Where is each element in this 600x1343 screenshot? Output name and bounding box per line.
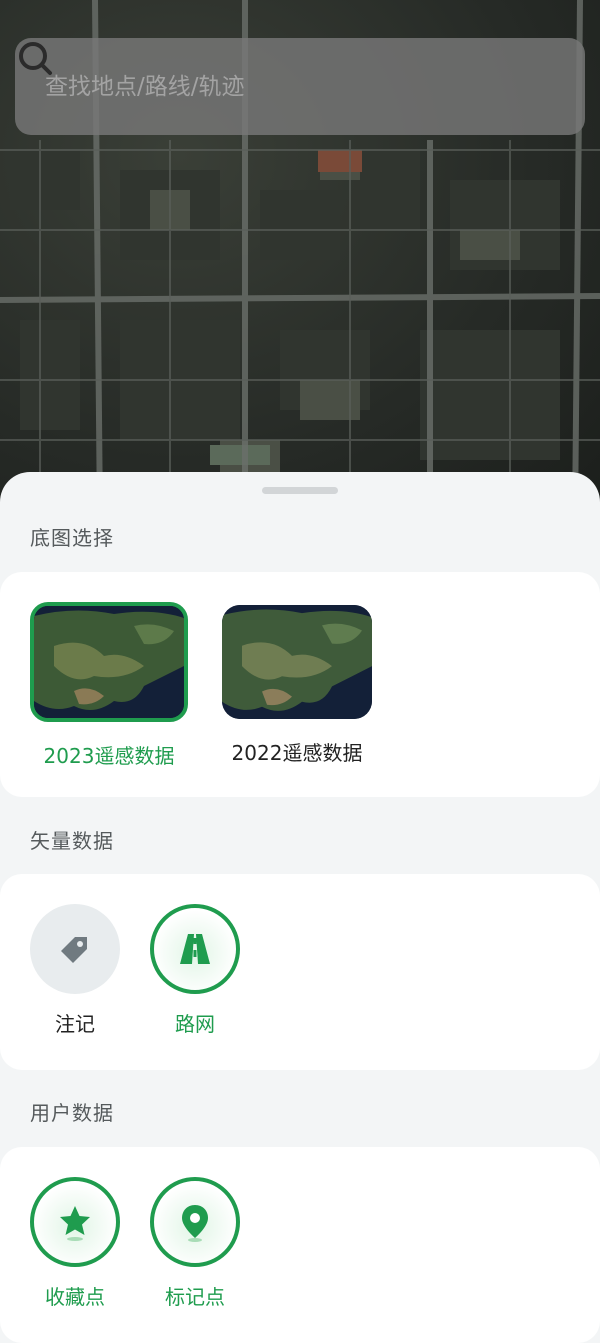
vector-section-title: 矢量数据 (30, 829, 114, 853)
toggle-circle[interactable] (30, 1177, 120, 1267)
globe-thumbnail-icon (34, 606, 184, 718)
toggle-circle[interactable] (150, 1177, 240, 1267)
basemap-option-2023[interactable]: 2023遥感数据 (30, 602, 188, 769)
layer-sheet: 底图选择 2023遥感数据 2022遥感数据 矢量数据 注记 路网 用户数据 收… (0, 472, 600, 1343)
vector-label: 注记 (55, 1012, 95, 1036)
vector-card: 注记 路网 (0, 874, 600, 1070)
user-label: 收藏点 (45, 1285, 105, 1309)
search-input[interactable] (45, 56, 585, 117)
search-icon[interactable] (15, 38, 55, 78)
basemap-card: 2023遥感数据 2022遥感数据 (0, 572, 600, 797)
vector-toggle-annotation[interactable]: 注记 (30, 904, 120, 1037)
basemap-label: 2022遥感数据 (231, 741, 363, 765)
star-pin-icon (60, 1206, 90, 1241)
vector-toggle-road[interactable]: 路网 (150, 904, 240, 1037)
satellite-map[interactable] (0, 0, 600, 520)
basemap-option-2022[interactable]: 2022遥感数据 (218, 602, 376, 766)
toggle-circle[interactable] (30, 904, 120, 994)
location-pin-icon (182, 1205, 208, 1242)
road-icon (180, 934, 210, 964)
globe-thumbnail-icon (222, 605, 372, 719)
user-toggle-favorites[interactable]: 收藏点 (30, 1177, 120, 1310)
user-label: 标记点 (165, 1285, 225, 1309)
basemap-label: 2023遥感数据 (43, 744, 175, 768)
vector-label: 路网 (175, 1012, 215, 1036)
basemap-thumbnail[interactable] (222, 605, 372, 719)
sheet-drag-handle[interactable] (262, 487, 338, 494)
basemap-section-title: 底图选择 (30, 526, 114, 550)
tag-icon (61, 937, 87, 963)
user-section-title: 用户数据 (30, 1101, 114, 1125)
toggle-circle[interactable] (150, 904, 240, 994)
user-card: 收藏点 标记点 (0, 1147, 600, 1343)
user-toggle-markers[interactable]: 标记点 (150, 1177, 240, 1310)
search-bar[interactable] (15, 38, 585, 135)
basemap-thumbnail[interactable] (30, 602, 188, 722)
